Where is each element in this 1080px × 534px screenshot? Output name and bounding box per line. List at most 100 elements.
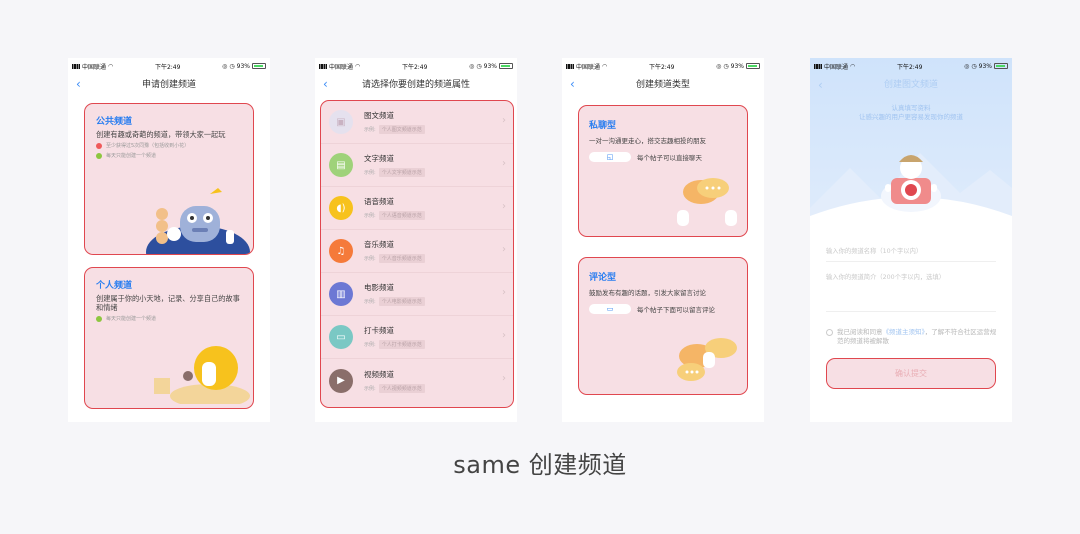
example-label: 示例: — [364, 299, 376, 305]
alarm-icon: ◷ — [723, 62, 729, 70]
requirement-note: 至少获得过5次同豫（包括收到小花） — [96, 142, 253, 149]
page-title: 创建图文频道 — [883, 80, 938, 90]
wifi-icon: ◠ — [602, 62, 608, 70]
alarm-icon: ◷ — [476, 62, 482, 70]
header-subtitle: 认真填写资料 让感兴趣的用户更容易发现你的频道 — [810, 104, 1012, 122]
requirement-note: 每天只能创建一个频道 — [96, 315, 253, 322]
carrier-label: 中国联通 — [329, 63, 354, 71]
card-title: 公共频道 — [96, 117, 133, 127]
example-label: 示例: — [364, 256, 376, 262]
chevron-right-icon: › — [502, 158, 506, 169]
card-title: 个人频道 — [96, 281, 133, 291]
private-chat-illustration — [677, 178, 737, 226]
status-bar: 中国联通 ◠ 下午2:49 ◎ ◷ 93% — [810, 58, 1012, 74]
row-label: 打卡频道 — [364, 326, 394, 335]
page-title: 创建频道类型 — [635, 80, 690, 90]
signal-icon — [814, 63, 822, 69]
screen-create-form: 中国联通 ◠ 下午2:49 ◎ ◷ 93% ‹ 创建图文频道 认真填写资料 让感兴趣的… — [810, 58, 1012, 422]
comment-type-card[interactable]: 评论型 鼓励发布有趣的话题，引发大家留言讨论 ▭ 每个帖子下面可以留言评论 — [578, 257, 748, 395]
agree-prefix: 我已阅读和同意 — [837, 328, 883, 336]
example-text: 每个帖子可以直接聊天 — [637, 154, 702, 162]
battery-percent: 93% — [236, 62, 250, 70]
chat-bubble-icon: ◱ — [589, 152, 631, 162]
example-chip[interactable]: 个人文字频道示范 — [378, 168, 425, 177]
agreement-checkbox[interactable] — [826, 329, 833, 336]
back-arrow-icon[interactable]: ‹ — [818, 74, 823, 96]
row-label: 图文频道 — [364, 111, 394, 120]
back-arrow-icon[interactable]: ‹ — [570, 74, 575, 94]
page-caption: same 创建频道 — [453, 451, 627, 479]
subtitle-line: 让感兴趣的用户更容易发现你的频道 — [859, 113, 963, 121]
channel-type-list: ▣ 图文频道 示例: 个人图文频道示范 › ▤ 文字频道 示例: 个人文字频道示范 › … — [320, 100, 514, 408]
status-time: 下午2:49 — [896, 63, 923, 71]
example-chip[interactable]: 个人图文频道示范 — [378, 125, 425, 134]
row-label: 音乐频道 — [364, 240, 394, 249]
battery-icon — [499, 63, 513, 69]
carrier-label: 中国联通 — [824, 63, 849, 71]
list-item-image-text[interactable]: ▣ 图文频道 示例: 个人图文频道示范 › — [321, 101, 513, 144]
checkin-icon: ▭ — [329, 325, 353, 349]
channel-name-input[interactable]: 输入你的频道名称（10个字以内） — [826, 246, 996, 262]
voice-icon: ◖) — [329, 196, 353, 220]
list-item-voice[interactable]: ◖) 语音频道 示例: 个人语音频道示范 › — [321, 187, 513, 230]
example-label: 示例: — [364, 213, 376, 219]
card-title: 私聊型 — [589, 121, 617, 131]
channel-owner-notice-link[interactable]: 《频道主须知》 — [883, 328, 925, 336]
personal-channel-card[interactable]: 个人频道 创建属于你的小天地，记录、分享自己的故事和情绪 每天只能创建一个频道 — [84, 267, 254, 409]
battery-icon — [994, 63, 1008, 69]
list-item-checkin[interactable]: ▭ 打卡频道 示例: 个人打卡频道示范 › — [321, 316, 513, 359]
status-time: 下午2:49 — [401, 63, 428, 71]
example-chip[interactable]: 个人打卡频道示范 — [378, 340, 425, 349]
chevron-right-icon: › — [502, 115, 506, 126]
navbar: ‹ 创建图文频道 — [810, 74, 1012, 96]
battery-percent: 93% — [978, 62, 992, 70]
location-icon: ◎ — [964, 62, 970, 70]
agreement-text: 我已阅读和同意《频道主须知》，了解不符合社区运营规范的频道将被解散 — [837, 328, 1002, 346]
battery-percent: 93% — [483, 62, 497, 70]
type-example: ◱ 每个帖子可以直接聊天 — [589, 152, 747, 162]
note-text: 每天只能创建一个频道 — [106, 316, 157, 322]
list-item-text[interactable]: ▤ 文字频道 示例: 个人文字频道示范 › — [321, 144, 513, 187]
example-chip[interactable]: 个人语音频道示范 — [378, 211, 425, 220]
public-channel-card[interactable]: 公共频道 创建有趣或奇葩的频道，带领大家一起玩 至少获得过5次同豫（包括收到小花… — [84, 103, 254, 255]
status-bar: 中国联通 ◠ 下午2:49 ◎ ◷ 93% — [562, 58, 764, 74]
carrier-label: 中国联通 — [82, 63, 107, 71]
comment-icon: ▭ — [589, 304, 631, 314]
wifi-icon: ◠ — [108, 62, 114, 70]
row-label: 视频频道 — [364, 369, 394, 379]
card-desc: 一对一沟通更走心，搭交志趣相投的朋友 — [589, 137, 706, 145]
private-chat-type-card[interactable]: 私聊型 一对一沟通更走心，搭交志趣相投的朋友 ◱ 每个帖子可以直接聊天 — [578, 105, 748, 237]
back-arrow-icon[interactable]: ‹ — [323, 74, 328, 94]
note-text: 至少获得过5次同豫（包括收到小花） — [106, 143, 190, 149]
page-title: 申请创建频道 — [141, 80, 196, 90]
example-label: 示例: — [364, 385, 376, 392]
back-arrow-icon[interactable]: ‹ — [76, 74, 81, 94]
row-label: 电影频道 — [364, 283, 394, 292]
signal-icon — [319, 63, 327, 69]
page-title: 请选择你要创建的频道属性 — [361, 80, 470, 90]
example-chip[interactable]: 个人视频频道示范 — [378, 383, 425, 393]
public-channel-illustration — [146, 188, 250, 254]
status-time: 下午2:49 — [154, 63, 181, 71]
submit-button[interactable]: 确认提交 — [826, 358, 996, 389]
chevron-right-icon: › — [502, 330, 506, 341]
battery-percent: 93% — [730, 62, 744, 70]
note-text: 每天只能创建一个频道 — [106, 153, 157, 159]
list-item-video[interactable]: ▶ 视频频道 示例: 个人视频频道示范 › — [321, 359, 513, 402]
location-icon: ◎ — [222, 62, 228, 70]
navbar: ‹ 创建频道类型 — [562, 74, 764, 96]
channel-intro-input[interactable]: 输入你的频道简介（200个字以内，选填） — [826, 272, 996, 312]
card-desc: 创建属于你的小天地，记录、分享自己的故事和情绪 — [96, 294, 240, 312]
list-item-music[interactable]: ♫ 音乐频道 示例: 个人音乐频道示范 › — [321, 230, 513, 273]
location-icon: ◎ — [716, 62, 722, 70]
battery-icon — [746, 63, 760, 69]
chevron-right-icon: › — [502, 201, 506, 212]
example-chip[interactable]: 个人电影频道示范 — [378, 297, 425, 306]
personal-channel-illustration — [154, 346, 250, 404]
example-chip[interactable]: 个人音乐频道示范 — [378, 254, 425, 263]
list-item-movie[interactable]: ▥ 电影频道 示例: 个人电影频道示范 › — [321, 273, 513, 316]
alarm-icon: ◷ — [229, 62, 235, 70]
chevron-right-icon: › — [502, 244, 506, 255]
subtitle-line: 认真填写资料 — [891, 104, 931, 112]
alarm-icon: ◷ — [971, 62, 977, 70]
